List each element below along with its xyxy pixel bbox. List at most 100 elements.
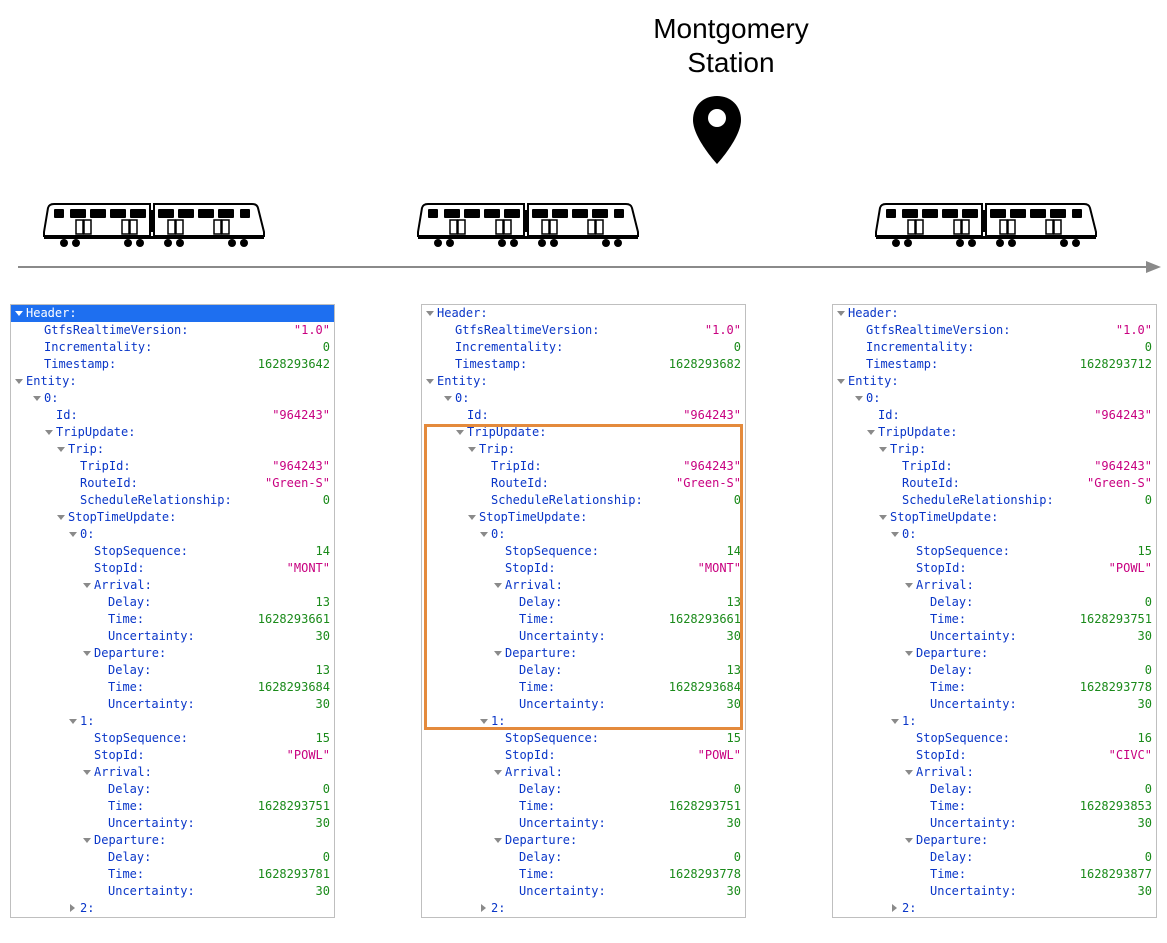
tree-row[interactable]: Header: <box>833 305 1156 322</box>
tree-row[interactable]: Delay:0 <box>422 781 745 798</box>
tree-row[interactable]: Departure: <box>422 832 745 849</box>
tree-row[interactable]: Entity: <box>422 373 745 390</box>
tree-row[interactable]: Delay:0 <box>833 781 1156 798</box>
tree-row[interactable]: Id:"964243" <box>422 407 745 424</box>
tree-row[interactable]: Uncertainty:30 <box>833 883 1156 900</box>
tree-row[interactable]: 0: <box>833 526 1156 543</box>
tree-row[interactable]: StopSequence:14 <box>11 543 334 560</box>
tree-row[interactable]: Delay:0 <box>422 849 745 866</box>
tree-row[interactable]: ScheduleRelationship:0 <box>11 492 334 509</box>
tree-row[interactable]: StopTimeUpdate: <box>422 509 745 526</box>
tree-row[interactable]: 1: <box>422 713 745 730</box>
tree-row[interactable]: GtfsRealtimeVersion:"1.0" <box>422 322 745 339</box>
tree-row[interactable]: TripUpdate: <box>422 424 745 441</box>
tree-row[interactable]: Time:1628293661 <box>11 611 334 628</box>
tree-row[interactable]: Delay:13 <box>422 594 745 611</box>
tree-row[interactable]: 0: <box>422 526 745 543</box>
tree-row[interactable]: Trip: <box>422 441 745 458</box>
tree-row[interactable]: Entity: <box>833 373 1156 390</box>
tree-row[interactable]: Uncertainty:30 <box>11 883 334 900</box>
tree-row[interactable]: StopSequence:14 <box>422 543 745 560</box>
tree-row[interactable]: Departure: <box>833 645 1156 662</box>
tree-row[interactable]: StopTimeUpdate: <box>11 509 334 526</box>
tree-row[interactable]: RouteId:"Green-S" <box>422 475 745 492</box>
tree-row[interactable]: Delay:13 <box>422 662 745 679</box>
tree-row[interactable]: ScheduleRelationship:0 <box>833 492 1156 509</box>
tree-row[interactable]: Uncertainty:30 <box>11 628 334 645</box>
tree-row[interactable]: StopId:"CIVC" <box>833 747 1156 764</box>
tree-row[interactable]: Uncertainty:30 <box>833 696 1156 713</box>
tree-row[interactable]: StopId:"POWL" <box>833 560 1156 577</box>
tree-row[interactable]: Arrival: <box>422 577 745 594</box>
tree-row[interactable]: Delay:0 <box>833 662 1156 679</box>
tree-row[interactable]: 2: <box>833 900 1156 917</box>
tree-row[interactable]: 2: <box>422 900 745 917</box>
tree-row[interactable]: Time:1628293877 <box>833 866 1156 883</box>
tree-row[interactable]: ScheduleRelationship:0 <box>422 492 745 509</box>
tree-row[interactable]: Departure: <box>833 832 1156 849</box>
tree-row[interactable]: Header: <box>11 305 334 322</box>
tree-row[interactable]: Arrival: <box>422 764 745 781</box>
tree-row[interactable]: Incrementality:0 <box>833 339 1156 356</box>
tree-row[interactable]: 0: <box>833 390 1156 407</box>
tree-row[interactable]: StopSequence:16 <box>833 730 1156 747</box>
tree-row[interactable]: 1: <box>11 713 334 730</box>
tree-row[interactable]: StopTimeUpdate: <box>833 509 1156 526</box>
tree-row[interactable]: Time:1628293751 <box>11 798 334 815</box>
tree-row[interactable]: RouteId:"Green-S" <box>11 475 334 492</box>
tree-row[interactable]: Uncertainty:30 <box>11 815 334 832</box>
tree-row[interactable]: Arrival: <box>833 764 1156 781</box>
tree-row[interactable]: TripUpdate: <box>833 424 1156 441</box>
tree-row[interactable]: Time:1628293853 <box>833 798 1156 815</box>
tree-row[interactable]: Departure: <box>422 645 745 662</box>
tree-row[interactable]: Time:1628293778 <box>422 866 745 883</box>
tree-row[interactable]: Delay:13 <box>11 594 334 611</box>
tree-row[interactable]: Uncertainty:30 <box>422 628 745 645</box>
tree-row[interactable]: 1: <box>833 713 1156 730</box>
tree-row[interactable]: 2: <box>11 900 334 917</box>
tree-row[interactable]: StopId:"MONT" <box>11 560 334 577</box>
tree-row[interactable]: TripId:"964243" <box>11 458 334 475</box>
tree-row[interactable]: Uncertainty:30 <box>833 815 1156 832</box>
tree-row[interactable]: Trip: <box>11 441 334 458</box>
tree-row[interactable]: Departure: <box>11 645 334 662</box>
tree-row[interactable]: StopId:"MONT" <box>422 560 745 577</box>
tree-row[interactable]: TripId:"964243" <box>833 458 1156 475</box>
tree-row[interactable]: GtfsRealtimeVersion:"1.0" <box>11 322 334 339</box>
tree-row[interactable]: Delay:0 <box>833 594 1156 611</box>
tree-row[interactable]: Incrementality:0 <box>11 339 334 356</box>
tree-row[interactable]: StopId:"POWL" <box>422 747 745 764</box>
tree-row[interactable]: Uncertainty:30 <box>422 696 745 713</box>
tree-row[interactable]: Time:1628293751 <box>422 798 745 815</box>
tree-row[interactable]: Timestamp:1628293642 <box>11 356 334 373</box>
tree-row[interactable]: StopSequence:15 <box>11 730 334 747</box>
tree-row[interactable]: Uncertainty:30 <box>422 815 745 832</box>
tree-row[interactable]: Time:1628293684 <box>11 679 334 696</box>
tree-row[interactable]: Delay:0 <box>833 849 1156 866</box>
tree-row[interactable]: 0: <box>11 526 334 543</box>
tree-row[interactable]: Arrival: <box>11 764 334 781</box>
tree-row[interactable]: Time:1628293684 <box>422 679 745 696</box>
tree-row[interactable]: RouteId:"Green-S" <box>833 475 1156 492</box>
tree-row[interactable]: Time:1628293781 <box>11 866 334 883</box>
tree-row[interactable]: Arrival: <box>833 577 1156 594</box>
tree-row[interactable]: Time:1628293661 <box>422 611 745 628</box>
tree-row[interactable]: Time:1628293778 <box>833 679 1156 696</box>
tree-row[interactable]: StopSequence:15 <box>422 730 745 747</box>
tree-row[interactable]: StopId:"POWL" <box>11 747 334 764</box>
tree-row[interactable]: Timestamp:1628293682 <box>422 356 745 373</box>
tree-row[interactable]: Departure: <box>11 832 334 849</box>
tree-row[interactable]: Delay:0 <box>11 849 334 866</box>
tree-row[interactable]: Arrival: <box>11 577 334 594</box>
tree-row[interactable]: Header: <box>422 305 745 322</box>
tree-row[interactable]: Delay:0 <box>11 781 334 798</box>
tree-row[interactable]: 0: <box>11 390 334 407</box>
tree-row[interactable]: TripId:"964243" <box>422 458 745 475</box>
tree-row[interactable]: GtfsRealtimeVersion:"1.0" <box>833 322 1156 339</box>
tree-row[interactable]: TripUpdate: <box>11 424 334 441</box>
tree-row[interactable]: Incrementality:0 <box>422 339 745 356</box>
tree-row[interactable]: Delay:13 <box>11 662 334 679</box>
tree-row[interactable]: Time:1628293751 <box>833 611 1156 628</box>
tree-row[interactable]: Uncertainty:30 <box>11 696 334 713</box>
tree-row[interactable]: Entity: <box>11 373 334 390</box>
